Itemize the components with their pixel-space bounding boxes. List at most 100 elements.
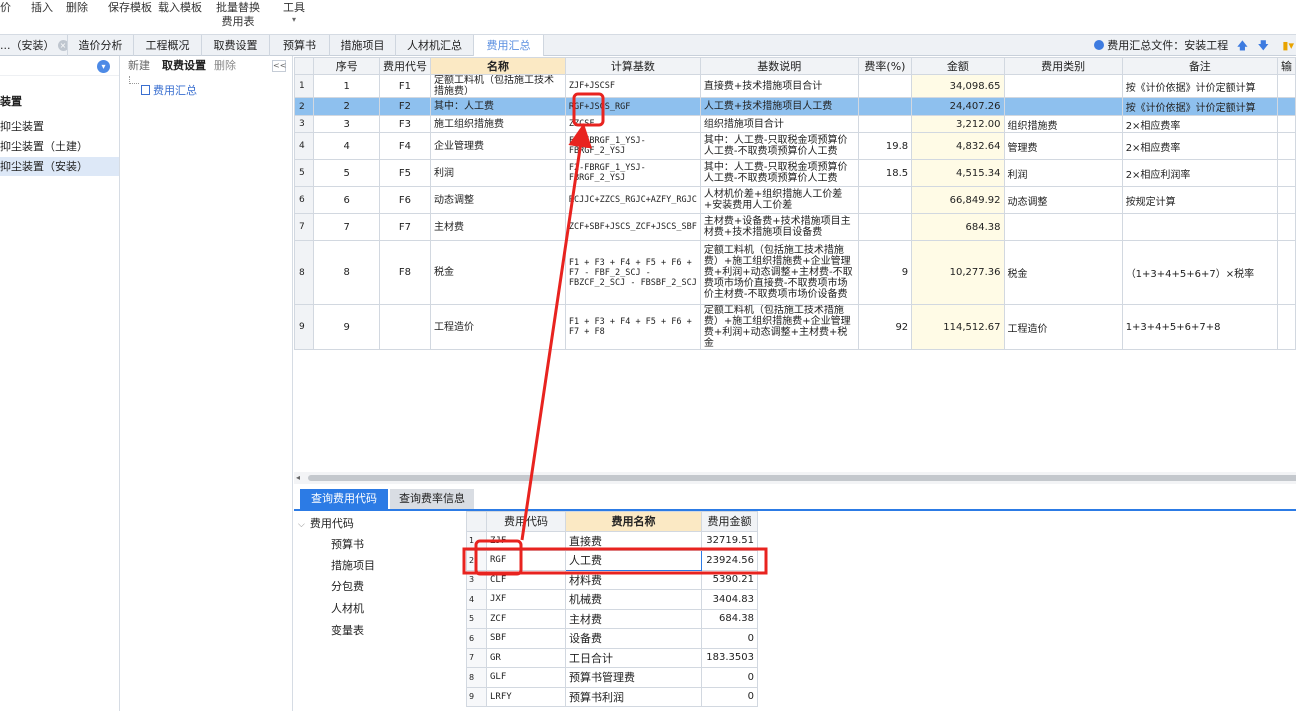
remark-cell[interactable]: 按《计价依据》计价定额计算	[1121, 74, 1278, 98]
name-cell[interactable]: 工程造价	[429, 304, 566, 350]
fee-name-cell[interactable]: 主材费	[565, 608, 702, 629]
amount-cell[interactable]: 114,512.67	[911, 304, 1005, 350]
remark-cell[interactable]: 按《计价依据》计价定额计算	[1121, 97, 1278, 116]
toolbar-save-template-button[interactable]: 保存模板	[108, 1, 152, 15]
calc-base-cell[interactable]: RGF+JSCS_RGF	[564, 97, 701, 116]
name-cell[interactable]: 动态调整	[429, 186, 566, 214]
column-header[interactable]: 计算基数	[564, 57, 701, 75]
fee-code-tree-item[interactable]: 预算书	[331, 536, 364, 552]
table-row[interactable]: 7 7 F7 主材费 ZCF+SBF+JSCS_ZCF+JSCS_SBF 主材费+设备费+…	[294, 213, 1296, 241]
fee-name-cell[interactable]: 直接费	[565, 530, 702, 551]
fee-code-tree-item[interactable]: 变量表	[331, 622, 364, 638]
toolbar-load-template-button[interactable]: 载入模板	[158, 1, 202, 15]
fee-summary-node[interactable]: 费用汇总	[141, 82, 197, 98]
name-cell[interactable]: 税金	[429, 240, 566, 305]
calc-base-cell[interactable]: F1 + F3 + F4 + F5 + F6 + F7 - FBF_2_SCJ …	[564, 240, 701, 305]
table-row[interactable]: 3 CLF 材料费 5390.21	[466, 569, 758, 590]
fee-code-cell[interactable]: F1	[378, 74, 431, 98]
row-number[interactable]: 4	[294, 132, 315, 160]
amount-cell[interactable]: 3,212.00	[911, 115, 1005, 133]
fee-code-cell[interactable]: F6	[378, 186, 431, 214]
row-number[interactable]: 3	[294, 115, 315, 133]
extra-cell[interactable]	[1276, 74, 1296, 98]
table-row[interactable]: 1 ZJF 直接费 32719.51	[466, 530, 758, 551]
column-header[interactable]: 输	[1276, 57, 1296, 75]
fee-code-cell[interactable]: F7	[378, 213, 431, 241]
column-header[interactable]: 费率(%)	[857, 57, 913, 75]
table-row[interactable]: 8 8 F8 税金 F1 + F3 + F4 + F5 + F6 + F7 - FBF_…	[294, 240, 1296, 305]
toolbar-delete-button[interactable]: 删除	[66, 1, 88, 15]
column-header[interactable]: 序号	[313, 57, 380, 75]
base-description-cell[interactable]: 定额工料机（包括施工技术措施费）+施工组织措施费+企业管理费+利润+动态调整+主…	[699, 240, 859, 305]
fee-code-cell[interactable]: F4	[378, 132, 431, 160]
fee-code-cell[interactable]: ZJF	[486, 530, 566, 551]
fee-code-cell[interactable]: F3	[378, 115, 431, 133]
table-row[interactable]: 4 4 F4 企业管理费 F2-FBRGF_1_YSJ-FBRGF_2_YSJ 其中：人工…	[294, 132, 1296, 160]
scrollbar-thumb[interactable]	[308, 475, 1296, 481]
fee-category-cell[interactable]: 动态调整	[1003, 186, 1123, 214]
calc-base-cell[interactable]: F1 + F3 + F4 + F5 + F6 + F7 + F8	[564, 304, 701, 350]
rate-cell[interactable]	[857, 213, 913, 241]
rate-cell[interactable]	[857, 74, 913, 98]
table-row[interactable]: 8 GLF 预算书管理费 0	[466, 667, 758, 688]
row-number[interactable]: 2	[294, 97, 315, 116]
calc-base-cell[interactable]: ZZCSF	[564, 115, 701, 133]
name-cell[interactable]: 定额工料机（包括施工技术措施费）	[429, 74, 566, 98]
toolbar-batch-replace-button[interactable]: 批量替换 费用表	[216, 1, 260, 29]
project-tree-item[interactable]: 抑尘装置（土建）	[0, 137, 119, 156]
row-number[interactable]: 1	[466, 530, 487, 551]
delete-button[interactable]: 删除	[214, 56, 236, 76]
rate-cell[interactable]: 9	[857, 240, 913, 305]
table-row[interactable]: 3 3 F3 施工组织措施费 ZZCSF 组织措施项目合计 3,212.00 组织措施费 2×相…	[294, 115, 1296, 133]
remark-cell[interactable]: 按规定计算	[1121, 186, 1278, 214]
fee-category-cell[interactable]: 工程造价	[1003, 304, 1123, 350]
column-header[interactable]: 费用名称	[565, 511, 702, 532]
column-header[interactable]: 名称	[429, 57, 566, 75]
row-number[interactable]: 6	[466, 628, 487, 649]
extra-cell[interactable]	[1276, 132, 1296, 160]
name-cell[interactable]: 企业管理费	[429, 132, 566, 160]
amount-cell[interactable]: 24,407.26	[911, 97, 1005, 116]
row-number[interactable]: 3	[466, 569, 487, 590]
calc-base-cell[interactable]: F2-FBRGF_1_YSJ-FBRGF_2_YSJ	[564, 159, 701, 187]
toolbar-item-price[interactable]: 价	[0, 1, 11, 15]
options-icon[interactable]: ▮▾	[1282, 39, 1294, 52]
fee-name-cell[interactable]: 工日合计	[565, 647, 702, 668]
rate-cell[interactable]: 18.5	[857, 159, 913, 187]
row-number[interactable]: 7	[466, 647, 487, 668]
row-number[interactable]: 5	[466, 608, 487, 629]
seq-cell[interactable]: 3	[313, 115, 380, 133]
remark-cell[interactable]: 2×相应利润率	[1121, 159, 1278, 187]
base-description-cell[interactable]: 主材费+设备费+技术措施项目主材费+技术措施项目设备费	[699, 213, 859, 241]
seq-cell[interactable]: 5	[313, 159, 380, 187]
row-number[interactable]: 6	[294, 186, 315, 214]
seq-cell[interactable]: 6	[313, 186, 380, 214]
scroll-left-icon[interactable]: ◂	[296, 472, 300, 484]
amount-cell[interactable]: 66,849.92	[911, 186, 1005, 214]
fee-amount-cell[interactable]: 5390.21	[701, 569, 758, 590]
move-down-icon[interactable]: 🡇	[1258, 39, 1269, 52]
move-up-icon[interactable]: 🡅	[1237, 39, 1248, 52]
fee-code-cell[interactable]: JXF	[486, 589, 566, 610]
fee-amount-cell[interactable]: 32719.51	[701, 530, 758, 551]
base-description-cell[interactable]: 组织措施项目合计	[699, 115, 859, 133]
tab-project[interactable]: ...（安装） ×	[0, 35, 68, 56]
new-button[interactable]: 新建	[128, 56, 150, 76]
calc-base-cell[interactable]: F2-FBRGF_1_YSJ-FBRGF_2_YSJ	[564, 132, 701, 160]
fee-amount-cell[interactable]: 3404.83	[701, 589, 758, 610]
tab-budget[interactable]: 预算书	[270, 35, 330, 56]
tab-labor-material-summary[interactable]: 人材机汇总	[396, 35, 474, 56]
collapse-panel-button[interactable]: <<	[272, 60, 286, 72]
fee-code-cell[interactable]: F5	[378, 159, 431, 187]
amount-cell[interactable]: 10,277.36	[911, 240, 1005, 305]
fee-amount-cell[interactable]: 0	[701, 667, 758, 688]
fee-code-cell[interactable]: CLF	[486, 569, 566, 590]
table-row[interactable]: 6 SBF 设备费 0	[466, 628, 758, 649]
tab-query-fee-rate[interactable]: 查询费率信息	[390, 489, 474, 509]
close-icon[interactable]: ×	[57, 40, 67, 51]
fee-name-cell[interactable]: 预算书管理费	[565, 667, 702, 688]
fee-amount-cell[interactable]: 23924.56	[701, 550, 758, 571]
name-cell[interactable]: 利润	[429, 159, 566, 187]
remark-cell[interactable]	[1121, 213, 1278, 241]
table-row[interactable]: 6 6 F6 动态调整 RCJJC+ZZCS_RGJC+AZFY_RGJC 人材机价差+组…	[294, 186, 1296, 214]
